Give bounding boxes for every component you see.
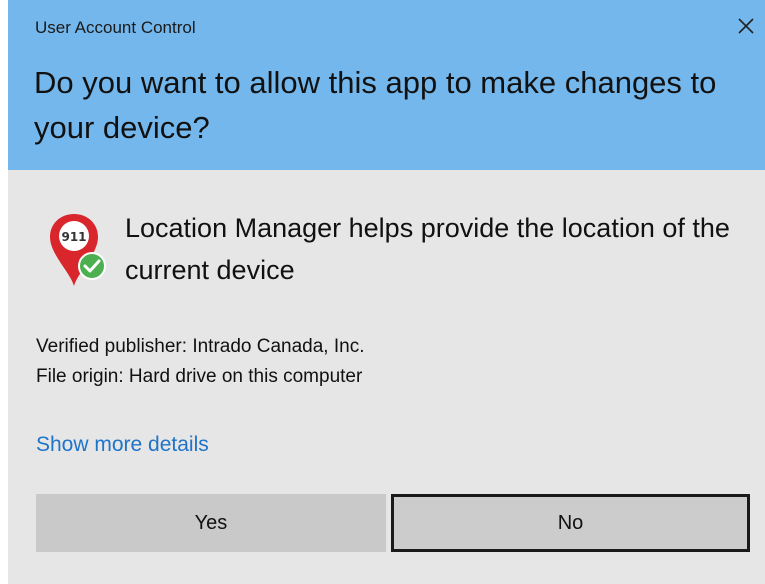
publisher-info: Verified publisher: Intrado Canada, Inc.…: [36, 332, 364, 392]
yes-button[interactable]: Yes: [36, 494, 386, 552]
close-icon: [738, 18, 754, 34]
uac-question-heading: Do you want to allow this app to make ch…: [34, 65, 717, 145]
app-icon: 911: [48, 210, 112, 290]
verified-publisher: Verified publisher: Intrado Canada, Inc.: [36, 336, 365, 357]
dialog-header: User Account Control Do you want to allo…: [8, 0, 765, 170]
close-button[interactable]: [730, 10, 762, 42]
no-button[interactable]: No: [391, 494, 750, 552]
pin-911-text: 911: [61, 230, 86, 244]
uac-dialog: User Account Control Do you want to allo…: [8, 0, 765, 584]
window-title: User Account Control: [35, 18, 196, 37]
show-more-details-link[interactable]: Show more details: [36, 430, 209, 460]
app-description: Location Manager helps provide the locat…: [125, 213, 730, 285]
location-pin-911-verified-icon: 911: [50, 214, 106, 286]
file-origin: File origin: Hard drive on this computer: [36, 366, 363, 387]
